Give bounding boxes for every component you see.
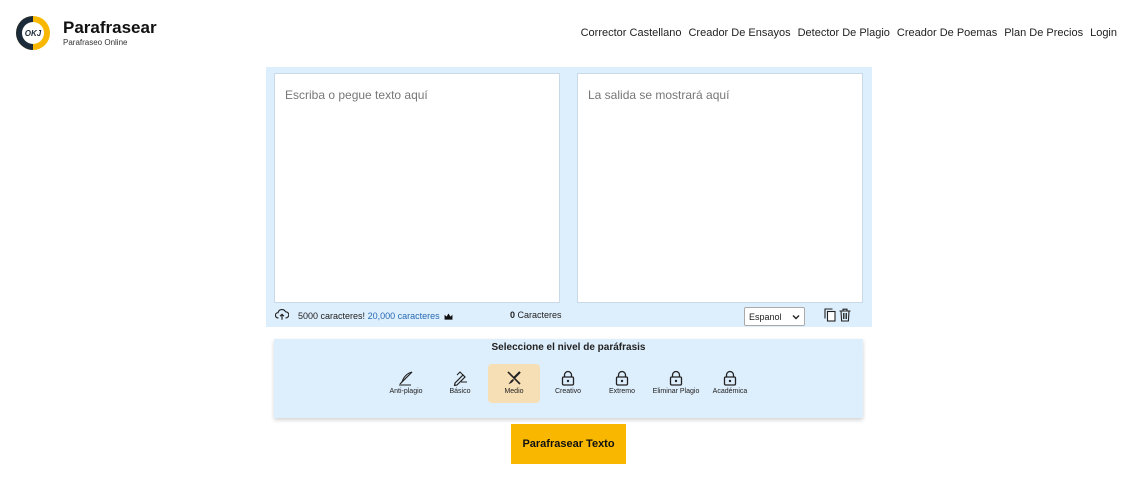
copy-icon[interactable] [824,308,836,322]
trash-icon[interactable] [839,308,851,322]
level-medio[interactable]: Medio [488,364,540,403]
lock-icon [615,370,629,386]
level-label: Básico [449,388,471,395]
level-label: Académica [712,388,748,395]
nav-plan-de-precios[interactable]: Plan De Precios [1004,27,1083,39]
feather-icon [399,371,413,386]
nav-login[interactable]: Login [1090,27,1117,39]
level-label: Anti-plagio [389,388,423,395]
level-extremo[interactable]: Extremo [596,364,648,403]
level-label: Medio [504,388,524,395]
level-basico[interactable]: Básico [434,364,486,403]
crown-icon [444,313,453,320]
language-select-value: Espanol [749,311,782,322]
level-label: Eliminar Plagio [652,388,700,395]
logo-text: OKJ [25,29,42,38]
upload-icon[interactable] [275,307,289,321]
lock-icon [669,370,683,386]
nav-detector-de-plagio[interactable]: Detector De Plagio [798,27,890,39]
brush-icon [507,371,521,385]
top-nav: Corrector Castellano Creador De Ensayos … [581,27,1117,39]
free-char-limit: 5000 caracteres! [298,311,366,321]
character-limit-info: 5000 caracteres! 20,000 caracteres [298,311,453,321]
nav-corrector-castellano[interactable]: Corrector Castellano [581,27,682,39]
level-anti-plagio[interactable]: Anti-plagio [380,364,432,403]
input-placeholder: Escriba o pegue texto aquí [285,88,428,102]
character-count-value: 0 [510,310,516,320]
nav-creador-de-ensayos[interactable]: Creador De Ensayos [688,27,790,39]
brand-subtitle: Parafraseo Online [63,38,128,47]
chevron-down-icon [792,314,800,319]
level-panel-title: Seleccione el nivel de paráfrasis [491,342,646,353]
logo: OKJ [16,16,50,50]
paraphrase-level-panel: Seleccione el nivel de paráfrasis Anti-p… [274,339,863,418]
level-academica[interactable]: Académica [704,364,756,403]
premium-char-limit-link[interactable]: 20,000 caracteres [368,311,440,321]
lock-icon [723,370,737,386]
level-label: Creativo [554,388,582,395]
editor-panel: Escriba o pegue texto aquí La salida se … [266,67,872,327]
level-eliminar-plagio[interactable]: Eliminar Plagio [650,364,702,403]
paraphrase-button[interactable]: Parafrasear Texto [511,424,626,464]
output-textarea[interactable]: La salida se mostrará aquí [577,73,863,303]
output-placeholder: La salida se mostrará aquí [588,88,730,102]
lock-icon [561,370,575,386]
character-count-label: Caracteres [517,310,562,320]
character-count: 0 Caracteres [510,310,562,320]
language-select[interactable]: Espanol [744,307,805,326]
brand-title[interactable]: Parafrasear [63,18,157,38]
level-creativo[interactable]: Creativo [542,364,594,403]
pen-icon [453,371,467,386]
nav-creador-de-poemas[interactable]: Creador De Poemas [897,27,997,39]
input-textarea[interactable]: Escriba o pegue texto aquí [274,73,560,303]
level-label: Extremo [608,388,636,395]
